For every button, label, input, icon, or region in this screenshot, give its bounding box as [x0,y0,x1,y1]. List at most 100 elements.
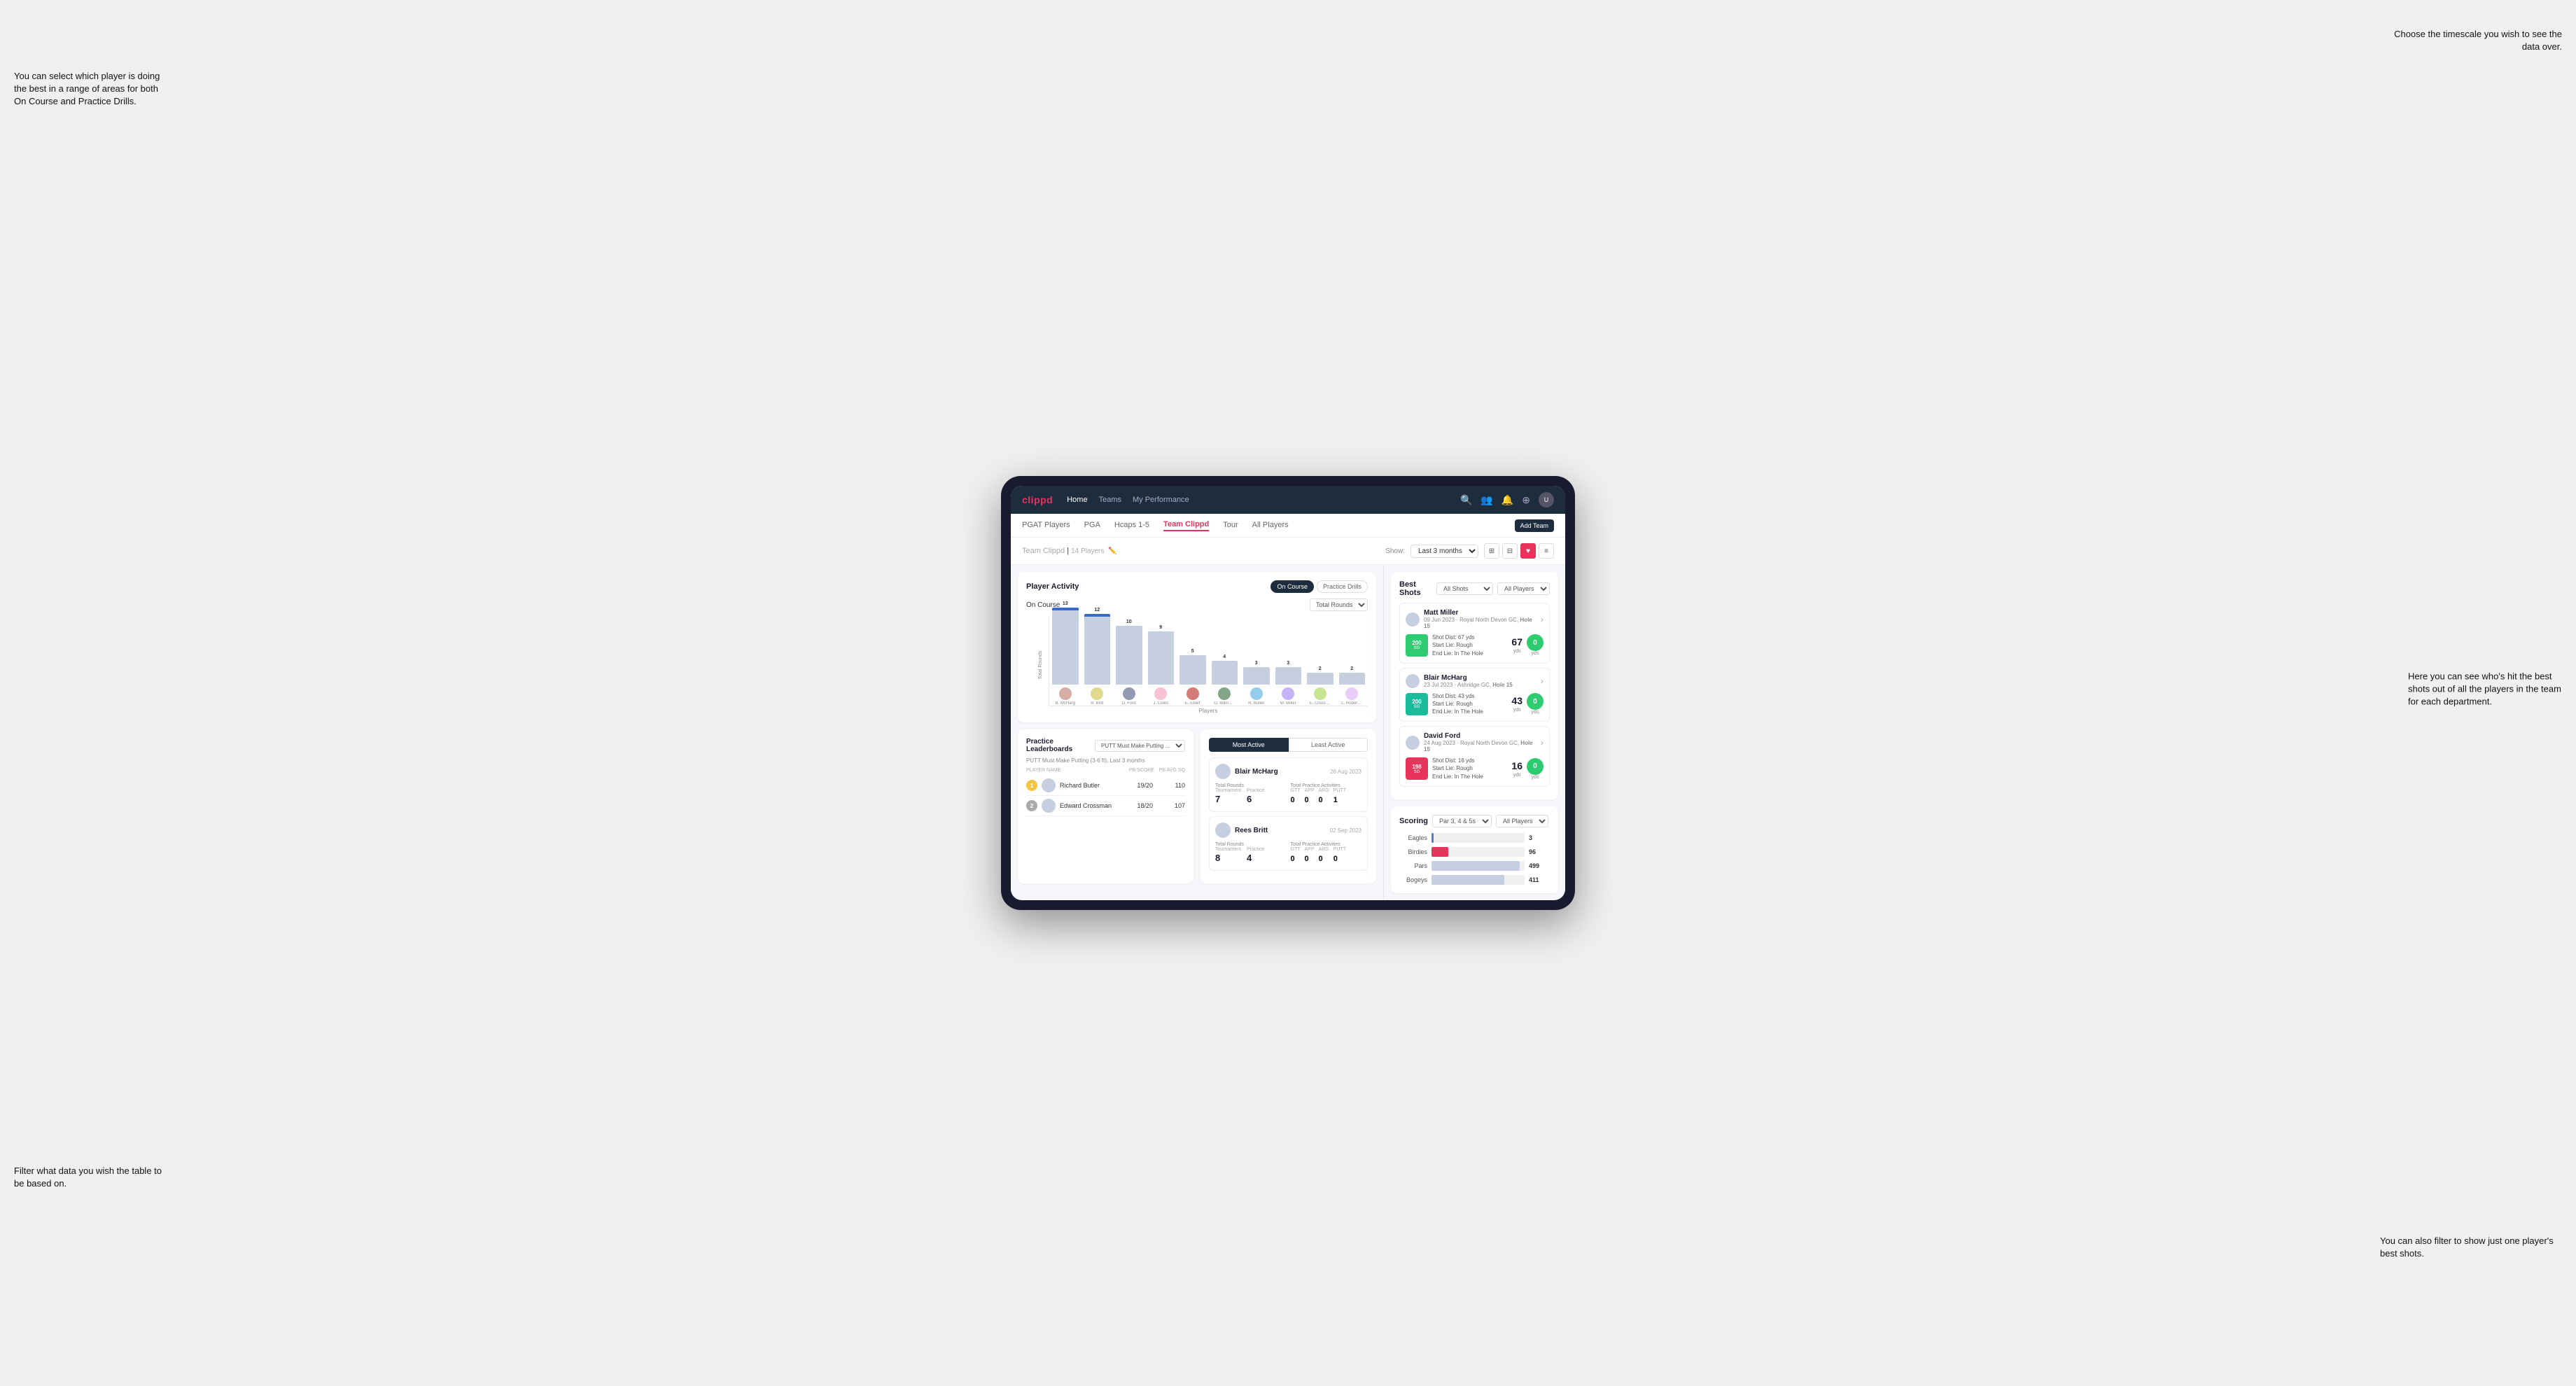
activity-toggle-buttons: On Course Practice Drills [1270,580,1368,593]
search-icon[interactable]: 🔍 [1460,494,1472,506]
subnav-hcaps[interactable]: Hcaps 1-5 [1114,521,1149,531]
view-grid2-button[interactable]: ⊟ [1502,543,1518,559]
tournament-label: Tournament [1215,847,1241,852]
shot-badge-value: 198 [1412,764,1421,770]
leaderboard-row: 1 Richard Butler 19/20 110 [1026,776,1185,796]
bar-player-name: D. Ford [1122,701,1136,706]
leaderboard-subtitle: PUTT Must Make Putting (3-6 ft), Last 3 … [1026,757,1185,764]
main-content: Player Activity On Course Practice Drill… [1011,565,1565,900]
team-header: Team Clippd | 14 Players ✏️ Show: Last 3… [1011,538,1565,565]
bar-player-name: M. Miller [1280,701,1296,706]
shots-filter-dropdown[interactable]: All Shots Approach Short Game [1436,582,1493,595]
bar-chart-container: Total Rounds 13 B. McHarg 12 R. Britt 10… [1026,615,1368,714]
activity-toggle: Most Active Least Active [1209,738,1368,752]
shot-score-badge: 0 [1527,758,1544,775]
chart-metric-dropdown[interactable]: Total Rounds Fairways GIR [1310,598,1368,611]
users-icon[interactable]: 👥 [1480,494,1492,506]
nav-icons: 🔍 👥 🔔 ⊕ U [1460,492,1554,507]
view-icons: ⊞ ⊟ ♥ ≡ [1484,543,1554,559]
show-label: Show: [1385,547,1405,555]
annotation-top-right: Choose the timescale you wish to see the… [2380,28,2562,53]
practice-drills-toggle[interactable]: Practice Drills [1317,580,1368,593]
on-course-toggle[interactable]: On Course [1270,580,1314,593]
shot-player-row: Matt Miller 09 Jun 2023 · Royal North De… [1406,609,1544,629]
scoring-par-dropdown[interactable]: Par 3, 4 & 5s [1432,815,1492,827]
subnav-team-clippd[interactable]: Team Clippd [1163,520,1209,531]
activity-player-name: Rees Britt [1235,827,1326,834]
shot-player-avatar [1406,736,1420,750]
activity-player-header: Blair McHarg 26 Aug 2023 [1215,764,1362,779]
shot-player-detail: 24 Aug 2023 · Royal North Devon GC, Hole… [1424,740,1536,752]
view-grid-button[interactable]: ⊞ [1484,543,1499,559]
team-title: Team Clippd | 14 Players [1022,547,1104,555]
scoring-bar-wrap [1432,875,1525,885]
nav-teams[interactable]: Teams [1099,496,1121,504]
activity-date: 26 Aug 2023 [1330,769,1362,775]
app-label: APP [1305,788,1315,793]
sub-navigation: PGAT Players PGA Hcaps 1-5 Team Clippd T… [1011,514,1565,538]
practice-leaderboards-card: Practice Leaderboards PUTT Must Make Put… [1018,729,1194,883]
shot-badge-value: 200 [1412,640,1421,646]
least-active-tab[interactable]: Least Active [1289,738,1368,752]
bar-group: 9 J. Coles [1148,625,1175,706]
view-list-button[interactable]: ≡ [1539,543,1554,559]
plus-circle-icon[interactable]: ⊕ [1522,494,1530,506]
practice-label: Practice [1247,847,1264,852]
scoring-bar-wrap [1432,847,1525,857]
scoring-players-dropdown[interactable]: All Players [1496,815,1548,827]
subnav-tour[interactable]: Tour [1223,521,1238,531]
bar-value-label: 3 [1287,661,1289,666]
subnav-all-players[interactable]: All Players [1252,521,1289,531]
annotation-top-left: You can select which player is doing the… [14,70,168,108]
nav-my-performance[interactable]: My Performance [1133,496,1189,504]
activity-practice-group: Total Practice Activities GTT 0 APP 0 AR… [1291,783,1362,806]
most-active-tab[interactable]: Most Active [1209,738,1289,752]
app-value: 0 [1305,796,1309,804]
leaderboard-pb-score: 19/20 [1125,782,1153,789]
app-label: APP [1305,847,1315,852]
leaderboard-pb-avg: 107 [1157,802,1185,809]
user-avatar[interactable]: U [1539,492,1554,507]
shot-player-avatar [1406,612,1420,626]
subnav-pgat[interactable]: PGAT Players [1022,521,1070,531]
scoring-card: Scoring Par 3, 4 & 5s All Players Eagles… [1391,806,1558,893]
nav-home[interactable]: Home [1067,496,1087,504]
bar [1180,655,1206,685]
col-pb-avg: PB AVG SQ [1157,768,1185,773]
shot-card[interactable]: Matt Miller 09 Jun 2023 · Royal North De… [1399,603,1550,664]
bar-avatar [1282,687,1294,700]
leaderboard-filter-dropdown[interactable]: PUTT Must Make Putting ... [1095,740,1185,752]
nav-links: Home Teams My Performance [1067,496,1446,504]
putt-value: 1 [1334,796,1338,804]
shot-card[interactable]: David Ford 24 Aug 2023 · Royal North Dev… [1399,726,1550,787]
shot-badge-label: SG [1414,705,1420,709]
shot-card[interactable]: Blair McHarg 23 Jul 2023 · Ashridge GC, … [1399,668,1550,722]
bar-player-name: R. Butler [1248,701,1264,706]
players-filter-dropdown[interactable]: All Players [1497,582,1550,595]
view-heart-button[interactable]: ♥ [1520,543,1536,559]
col-player-name: PLAYER NAME [1026,768,1124,773]
annotation-bottom-left: Filter what data you wish the table to b… [14,1165,168,1190]
shot-player-detail: 23 Jul 2023 · Ashridge GC, Hole 15 [1424,682,1536,688]
scoring-row: Bogeys 411 [1399,875,1550,885]
bar-group: 3 M. Miller [1275,661,1302,706]
scoring-category-value: 499 [1529,862,1550,869]
shot-badge-value: 200 [1412,699,1421,705]
scoring-row: Pars 499 [1399,861,1550,871]
team-header-right: Show: Last 3 months Last 6 months Last y… [1385,543,1554,559]
shot-description: Shot Dist: 67 ydsStart Lie: RoughEnd Lie… [1432,634,1507,657]
shot-score-badge: 0 [1527,634,1544,651]
activity-rounds-group: Total Rounds Tournament 8 Practice 4 [1215,842,1287,864]
add-team-button[interactable]: Add Team [1515,519,1554,532]
shot-distance-value: 43 [1511,695,1522,706]
bell-icon[interactable]: 🔔 [1502,494,1513,506]
timescale-dropdown[interactable]: Last 3 months Last 6 months Last year [1410,545,1478,558]
shot-metric-score: 0 yds [1527,758,1544,780]
scoring-bar-wrap [1432,861,1525,871]
scoring-row: Birdies 96 [1399,847,1550,857]
bar-avatar [1314,687,1326,700]
y-axis-label: Total Rounds [1038,650,1043,679]
subnav-pga[interactable]: PGA [1084,521,1100,531]
shot-player-info: Blair McHarg 23 Jul 2023 · Ashridge GC, … [1424,674,1536,688]
edit-icon[interactable]: ✏️ [1108,547,1116,555]
